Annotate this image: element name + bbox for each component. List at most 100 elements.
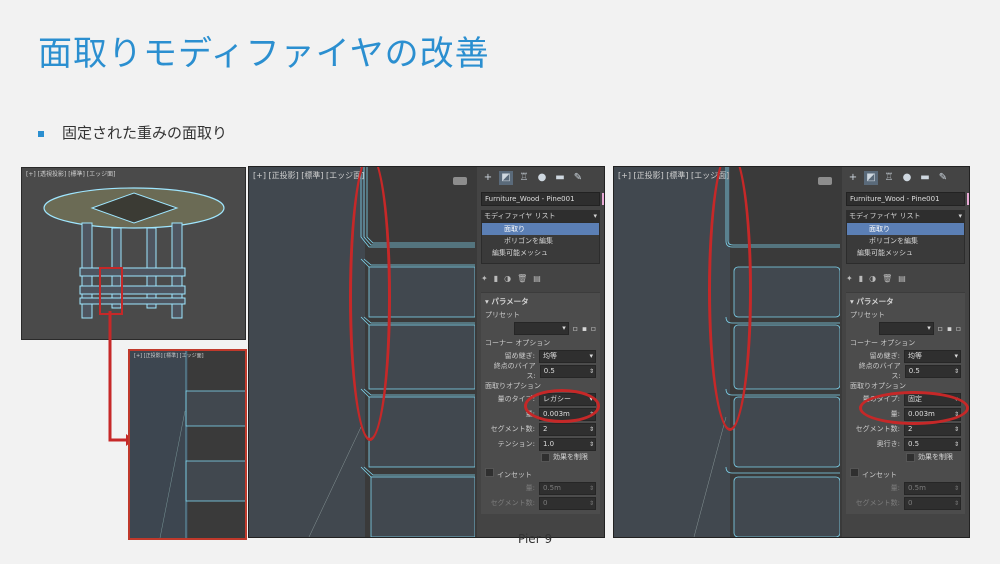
stack-item-chamfer[interactable]: 面取り [482, 223, 599, 235]
front-viewport[interactable]: [+] [正投影] [標準] [エッジ面] [614, 167, 840, 537]
amount-type-label: 量のタイプ: [862, 395, 900, 403]
utilities-tab-icon[interactable]: ✎ [936, 171, 950, 185]
chevron-down-icon: ▾ [593, 212, 597, 220]
load-preset-icon[interactable]: ▫ [938, 324, 943, 333]
load-preset-icon[interactable]: ▫ [573, 324, 578, 333]
object-name-field[interactable]: Furniture_Wood - Pine001 [481, 192, 604, 206]
object-color-swatch[interactable] [602, 193, 604, 205]
show-end-icon[interactable]: ▮ [859, 274, 863, 283]
motion-tab-icon[interactable]: ● [535, 171, 549, 185]
unique-icon[interactable]: ◑ [869, 274, 876, 283]
motion-tab-icon[interactable]: ● [900, 171, 914, 185]
type-row: 量のタイプ: レガシー [485, 392, 596, 406]
stack-item-chamfer[interactable]: 面取り [847, 223, 964, 235]
preset-row: ▫ ▪ ▫ [485, 321, 596, 335]
inset-seg-spinner[interactable]: 0 [904, 496, 961, 510]
amount-row: 量: 0.003m [485, 407, 596, 421]
delete-preset-icon[interactable]: ▫ [591, 324, 596, 333]
save-preset-icon[interactable]: ▪ [582, 324, 587, 333]
pin-icon[interactable]: ✦ [846, 274, 853, 283]
tension-row: テンション: 1.0 [485, 437, 596, 451]
zoom-wireframe [159, 351, 245, 538]
preset-label: プリセット [850, 311, 885, 319]
chamfer-legacy-wireframe [308, 167, 475, 537]
preset-label: プリセット [485, 311, 520, 319]
chevron-down-icon: ▾ [958, 212, 962, 220]
modifier-stack: 面取り ポリゴンを編集 編集可能メッシュ [481, 222, 600, 264]
pin-icon[interactable]: ✦ [481, 274, 488, 283]
hierarchy-tab-icon[interactable]: ♖ [882, 171, 896, 185]
delete-icon[interactable]: 🗑 [517, 274, 527, 283]
object-name-field[interactable]: Furniture_Wood - Pine001 [846, 192, 969, 206]
stack-toolbar: ✦ ▮ ◑ 🗑 ▤ [481, 270, 600, 286]
inset-seg-label: セグメント数: [490, 499, 535, 507]
legacy-panel: [+] [正投影] [標準] [エッジ面] + ◩ ♖ ● ▬ ✎ Furnit… [248, 166, 605, 538]
inset-header: インセット [850, 468, 961, 480]
display-tab-icon[interactable]: ▬ [553, 171, 567, 185]
stack-item-edit-poly[interactable]: ポリゴンを編集 [847, 235, 964, 247]
segments-spinner[interactable]: 2 [539, 422, 596, 436]
limit-effect-checkbox[interactable]: 効果を制限 [485, 452, 596, 462]
show-end-icon[interactable]: ▮ [494, 274, 498, 283]
amount-row: 量: 0.003m [850, 407, 961, 421]
amount-label: 量: [525, 410, 535, 418]
zoom-viewport[interactable]: [+] [正投影] [標準] [エッジ面] [128, 349, 247, 540]
modifier-list-dropdown[interactable]: モディファイヤ リスト ▾ [481, 210, 600, 222]
amount-type-dropdown[interactable]: レガシー [539, 392, 596, 406]
modifier-list-label: モディファイヤ リスト [484, 212, 556, 220]
hierarchy-tab-icon[interactable]: ♖ [517, 171, 531, 185]
viewport-label: [+] [正投影] [標準] [エッジ面] [134, 353, 204, 359]
unique-icon[interactable]: ◑ [504, 274, 511, 283]
command-tabs: + ◩ ♖ ● ▬ ✎ [477, 167, 604, 189]
inset-checkbox[interactable] [850, 468, 859, 477]
rollout-header[interactable]: ▾ パラメータ [485, 296, 596, 307]
create-tab-icon[interactable]: + [846, 171, 860, 185]
seam-dropdown[interactable]: 均等 [539, 349, 596, 363]
type-row: 量のタイプ: 固定 [850, 392, 961, 406]
checkbox-box[interactable] [541, 452, 550, 462]
limit-effect-checkbox[interactable]: 効果を制限 [850, 452, 961, 462]
depth-spinner[interactable]: 0.5 [904, 437, 961, 451]
rollout-title: パラメータ [491, 297, 529, 306]
inset-checkbox[interactable] [485, 468, 494, 477]
object-color-swatch[interactable] [967, 193, 969, 205]
delete-preset-icon[interactable]: ▫ [956, 324, 961, 333]
preset-dropdown[interactable] [513, 321, 569, 335]
inset-seg-label: セグメント数: [855, 499, 900, 507]
amount-spinner[interactable]: 0.003m [539, 407, 596, 421]
checkbox-box[interactable] [906, 452, 915, 462]
amount-type-dropdown[interactable]: 固定 [904, 392, 961, 406]
modify-tab-icon[interactable]: ◩ [864, 171, 878, 185]
inset-amount-spinner[interactable]: 0.5m [539, 481, 596, 495]
preset-dropdown[interactable] [878, 321, 934, 335]
depth-label: 奥行き: [876, 440, 900, 448]
front-viewport[interactable]: [+] [正投影] [標準] [エッジ面] [249, 167, 475, 537]
stack-item-edit-poly[interactable]: ポリゴンを編集 [482, 235, 599, 247]
create-tab-icon[interactable]: + [481, 171, 495, 185]
viewport-label: [+] [正投影] [標準] [エッジ面] [253, 171, 365, 180]
save-preset-icon[interactable]: ▪ [947, 324, 952, 333]
viewport-menu-icon[interactable] [818, 177, 832, 185]
segments-spinner[interactable]: 2 [904, 422, 961, 436]
delete-icon[interactable]: 🗑 [882, 274, 892, 283]
configure-icon[interactable]: ▤ [898, 274, 906, 283]
inset-amount-spinner[interactable]: 0.5m [904, 481, 961, 495]
modifier-list-dropdown[interactable]: モディファイヤ リスト ▾ [846, 210, 965, 222]
endbias-spinner[interactable]: 0.5 [539, 364, 596, 378]
amount-type-label: 量のタイプ: [497, 395, 535, 403]
endbias-label: 終点のバイアス: [858, 362, 901, 380]
stack-item-editable-mesh[interactable]: 編集可能メッシュ [847, 247, 964, 259]
configure-icon[interactable]: ▤ [533, 274, 541, 283]
utilities-tab-icon[interactable]: ✎ [571, 171, 585, 185]
tension-spinner[interactable]: 1.0 [539, 437, 596, 451]
amount-spinner[interactable]: 0.003m [904, 407, 961, 421]
display-tab-icon[interactable]: ▬ [918, 171, 932, 185]
rollout-header[interactable]: ▾ パラメータ [850, 296, 961, 307]
endbias-spinner[interactable]: 0.5 [904, 364, 961, 378]
viewport-menu-icon[interactable] [453, 177, 467, 185]
seam-dropdown[interactable]: 均等 [904, 349, 961, 363]
stack-item-editable-mesh[interactable]: 編集可能メッシュ [482, 247, 599, 259]
modify-tab-icon[interactable]: ◩ [499, 171, 513, 185]
limit-effect-label: 効果を制限 [918, 453, 953, 461]
inset-seg-spinner[interactable]: 0 [539, 496, 596, 510]
